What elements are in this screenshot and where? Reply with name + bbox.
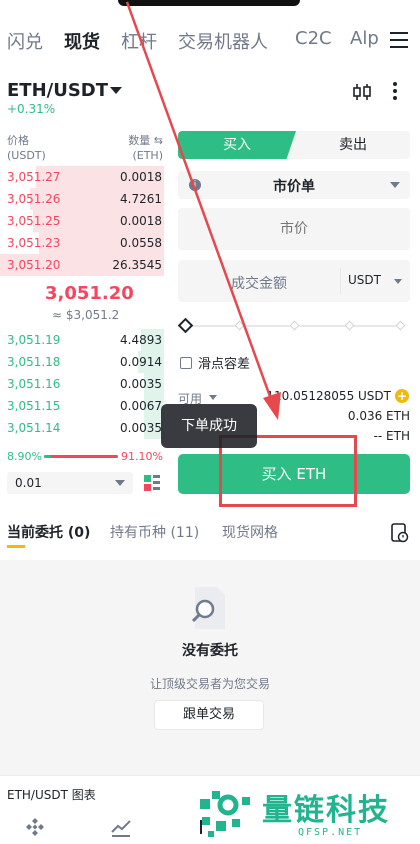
tab-convert[interactable]: 闪兑 <box>7 28 43 54</box>
home-icon[interactable] <box>24 816 46 838</box>
slider-handle[interactable] <box>177 317 194 334</box>
ask-row[interactable]: 3,051.26 4.7261 <box>0 188 164 210</box>
bid-qty: 4.4893 <box>120 333 162 347</box>
bid-qty: 0.0035 <box>120 377 162 391</box>
markets-icon[interactable] <box>110 816 132 838</box>
amount-slider[interactable] <box>177 317 406 334</box>
tab-margin[interactable]: 杠杆 <box>121 28 157 54</box>
ask-qty: 0.0018 <box>120 170 162 184</box>
tab-spot[interactable]: 现货 <box>64 28 100 54</box>
bid-row[interactable]: 3,051.19 4.4893 <box>0 329 164 351</box>
ask-price: 3,051.26 <box>7 192 61 206</box>
divider <box>340 268 341 294</box>
bid-price: 3,051.14 <box>7 421 61 435</box>
top-nav: 闪兑 现货 杠杆 交易机器人 C2C Alp <box>0 28 420 60</box>
tab-c2c[interactable]: C2C <box>295 28 332 49</box>
watermark-name: 量链科技 <box>262 793 390 828</box>
ask-price: 3,051.27 <box>7 170 61 184</box>
copy-trading-button[interactable]: 跟单交易 <box>154 700 264 730</box>
bid-row[interactable]: 3,051.16 0.0035 <box>0 373 164 395</box>
orderbook-layout-icon[interactable] <box>143 474 161 492</box>
chevron-down-icon[interactable] <box>209 395 217 400</box>
pair-change: +0.31% <box>7 102 56 116</box>
no-orders-search-icon <box>191 587 225 629</box>
order-success-toast: 下单成功 <box>161 404 257 448</box>
chevron-down-icon <box>394 279 402 284</box>
orders-tabs: 当前委托 (0) 持有币种 (11) 现货网格 <box>0 522 420 548</box>
buy-sell-ratio-bar <box>44 455 118 458</box>
tab-trading-bots[interactable]: 交易机器人 <box>178 28 268 54</box>
amount-placeholder: 成交金额 <box>231 276 287 292</box>
tab-holdings[interactable]: 持有币种 (11) <box>110 522 199 542</box>
buy-tab[interactable]: 买入 <box>178 131 296 159</box>
ask-price: 3,051.25 <box>7 214 61 228</box>
slider-tick-100[interactable] <box>395 320 406 331</box>
ask-row[interactable]: 3,051.20 26.3545 <box>0 254 164 276</box>
last-price-usd: ≈ $3,051.2 <box>52 308 120 322</box>
active-tab-indicator <box>7 545 25 548</box>
orderbook-price-header: 价格 (USDT) <box>7 134 46 162</box>
bid-row[interactable]: 3,051.18 0.0914 <box>0 351 164 373</box>
bid-price: 3,051.19 <box>7 333 61 347</box>
precision-select[interactable]: 0.01 <box>7 472 133 494</box>
ask-qty: 0.0018 <box>120 214 162 228</box>
amount-unit-select[interactable]: USDT <box>348 273 381 287</box>
amount-input[interactable]: 成交金额 USDT <box>178 260 410 302</box>
slider-tick-50[interactable] <box>289 320 300 331</box>
available-balance: 110.05128055 USDT <box>266 389 391 403</box>
add-funds-icon[interactable]: + <box>395 389 409 403</box>
last-price: 3,051.20 <box>45 283 134 304</box>
chevron-down-icon <box>115 480 125 486</box>
max-buy-amount: 0.036 ETH <box>347 409 410 423</box>
phone-notch <box>118 0 300 6</box>
buy-sell-toggle: 买入 卖出 <box>178 131 410 159</box>
ask-qty: 4.7261 <box>120 192 162 206</box>
bid-price: 3,051.18 <box>7 355 61 369</box>
tab-open-orders[interactable]: 当前委托 (0) <box>7 522 90 542</box>
tab-alpha[interactable]: Alp <box>350 28 379 49</box>
chevron-down-icon <box>390 182 400 188</box>
tab-spot-grid[interactable]: 现货网格 <box>222 522 278 542</box>
ask-qty: 0.0558 <box>120 236 162 250</box>
ask-price: 3,051.20 <box>7 258 61 272</box>
order-history-icon[interactable] <box>391 523 409 543</box>
watermark-logo: 量链科技 QFSP.NET <box>198 785 420 844</box>
bid-qty: 0.0035 <box>120 421 162 435</box>
pair-symbol[interactable]: ETH/USDT <box>7 80 108 101</box>
chart-strip-label: ETH/USDT 图表 <box>7 788 96 802</box>
orderbook-qty-header[interactable]: 数量 ⇆ (ETH) <box>128 133 163 163</box>
order-type-select[interactable]: i 市价单 <box>178 171 410 199</box>
slippage-checkbox[interactable]: 滑点容差 <box>180 353 250 372</box>
menu-icon[interactable] <box>390 32 408 48</box>
watermark-emblem-icon <box>200 791 250 837</box>
bid-row[interactable]: 3,051.15 0.0067 <box>0 395 164 417</box>
ask-row[interactable]: 3,051.27 0.0018 <box>0 166 164 188</box>
ask-row[interactable]: 3,051.23 0.0558 <box>0 232 164 254</box>
checkbox-icon[interactable] <box>180 357 192 369</box>
ask-qty: 26.3545 <box>112 258 162 272</box>
bid-price: 3,051.16 <box>7 377 61 391</box>
candlestick-chart-icon[interactable] <box>352 83 372 101</box>
ask-row[interactable]: 3,051.25 0.0018 <box>0 210 164 232</box>
bid-qty: 0.0914 <box>120 355 162 369</box>
buy-ratio: 8.90% <box>7 450 42 463</box>
watermark-domain: QFSP.NET <box>298 827 363 838</box>
slider-tick-75[interactable] <box>344 320 355 331</box>
slider-tick-25[interactable] <box>234 320 245 331</box>
estimated-fee: -- ETH <box>373 429 410 443</box>
ask-price: 3,051.23 <box>7 236 61 250</box>
bid-row[interactable]: 3,051.14 0.0035 <box>0 417 164 439</box>
more-options-icon[interactable] <box>393 82 399 102</box>
sell-tab[interactable]: 卖出 <box>296 131 410 159</box>
empty-orders-subtitle: 让顶级交易者为您交易 <box>149 677 270 691</box>
bid-qty: 0.0067 <box>120 399 162 413</box>
empty-orders-title: 没有委托 <box>182 643 238 659</box>
price-input[interactable] <box>178 208 410 250</box>
bid-price: 3,051.15 <box>7 399 61 413</box>
pair-dropdown-icon[interactable] <box>110 87 122 94</box>
sell-ratio: 91.10% <box>121 450 163 463</box>
